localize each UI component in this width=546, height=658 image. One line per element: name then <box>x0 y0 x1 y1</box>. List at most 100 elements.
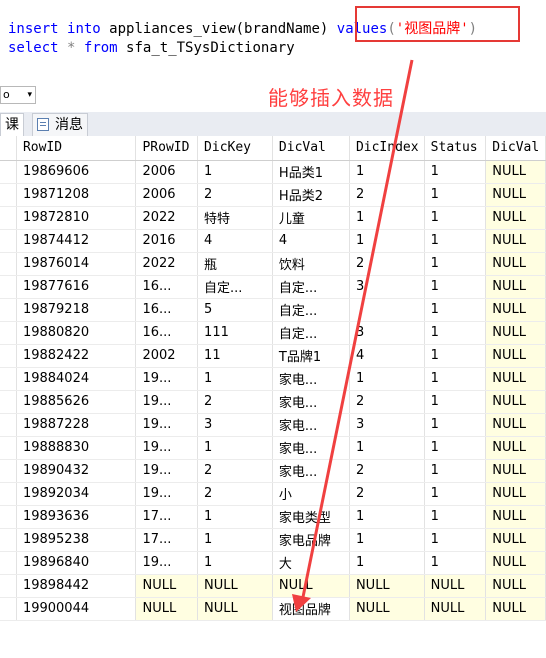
table-row[interactable]: 19869606 2006 1 H品类1 1 1 NULL <box>0 160 546 184</box>
zoom-dropdown[interactable]: o ▾ <box>0 86 36 104</box>
cell-dicval[interactable]: T品牌1 <box>272 344 350 368</box>
cell-rowid[interactable]: 19876014 <box>16 252 137 276</box>
cell-rowid[interactable]: 19888830 <box>16 436 137 460</box>
cell-dicval[interactable]: NULL <box>485 229 546 253</box>
cell-dicval[interactable]: H品类2 <box>272 183 350 207</box>
cell-prowid[interactable]: 17... <box>135 505 199 529</box>
cell-dicindex[interactable]: 1 <box>349 160 425 184</box>
table-row[interactable]: 19879218 16... 5 自定... 1 NULL <box>0 298 546 322</box>
tab-results[interactable]: 课 <box>0 113 24 136</box>
row-selector[interactable] <box>0 551 17 575</box>
cell-dicval[interactable]: NULL <box>485 183 546 207</box>
cell-dickey[interactable]: 2 <box>197 183 273 207</box>
cell-status[interactable]: 1 <box>424 298 487 322</box>
cell-rowid[interactable]: 19884024 <box>16 367 137 391</box>
cell-dicval[interactable]: 饮料 <box>272 252 350 276</box>
table-row[interactable]: 19896840 19... 1 大 1 1 NULL <box>0 551 546 575</box>
cell-rowid[interactable]: 19890432 <box>16 459 137 483</box>
cell-dicval[interactable]: 家电... <box>272 390 350 414</box>
cell-dicval[interactable]: NULL <box>485 528 546 552</box>
cell-prowid[interactable]: NULL <box>135 574 199 598</box>
cell-rowid[interactable]: 19892034 <box>16 482 137 506</box>
row-selector[interactable] <box>0 459 17 483</box>
cell-dicval[interactable]: NULL <box>485 413 546 437</box>
cell-dicval[interactable]: H品类1 <box>272 160 350 184</box>
row-selector[interactable] <box>0 344 17 368</box>
row-selector[interactable] <box>0 229 17 253</box>
cell-dicval[interactable]: NULL <box>485 206 546 230</box>
table-row[interactable]: 19887228 19... 3 家电... 3 1 NULL <box>0 413 546 437</box>
row-selector[interactable] <box>0 275 17 299</box>
cell-dicindex[interactable]: 1 <box>349 367 425 391</box>
cell-dicval[interactable]: 自定... <box>272 275 350 299</box>
cell-prowid[interactable]: 19... <box>135 390 199 414</box>
row-selector[interactable] <box>0 252 17 276</box>
cell-dicval[interactable]: NULL <box>485 298 546 322</box>
row-selector[interactable] <box>0 597 17 621</box>
row-selector[interactable] <box>0 505 17 529</box>
table-row[interactable]: 19895238 17... 1 家电品牌 1 1 NULL <box>0 528 546 552</box>
cell-rowid[interactable]: 19893636 <box>16 505 137 529</box>
cell-dicval[interactable]: 家电类型 <box>272 505 350 529</box>
cell-dicval[interactable]: NULL <box>485 252 546 276</box>
cell-dicindex[interactable]: 1 <box>349 436 425 460</box>
table-row[interactable]: 19893636 17... 1 家电类型 1 1 NULL <box>0 505 546 529</box>
cell-dickey[interactable]: 11 <box>197 344 273 368</box>
cell-dicval[interactable]: 自定... <box>272 298 350 322</box>
cell-status[interactable]: 1 <box>424 344 487 368</box>
cell-dickey[interactable]: 自定... <box>197 275 273 299</box>
cell-dickey[interactable]: 1 <box>197 551 273 575</box>
cell-rowid[interactable]: 19895238 <box>16 528 137 552</box>
table-row[interactable]: 19900044 NULL NULL 视图品牌 NULL NULL NULL <box>0 597 546 621</box>
cell-rowid[interactable]: 19900044 <box>16 597 137 621</box>
cell-dicindex[interactable]: 1 <box>349 528 425 552</box>
table-row[interactable]: 19871208 2006 2 H品类2 2 1 NULL <box>0 183 546 207</box>
cell-prowid[interactable]: 16... <box>135 298 199 322</box>
row-selector-header[interactable] <box>0 136 17 161</box>
cell-status[interactable]: 1 <box>424 275 487 299</box>
cell-dicindex[interactable]: 3 <box>349 321 425 345</box>
cell-prowid[interactable]: 19... <box>135 551 199 575</box>
row-selector[interactable] <box>0 298 17 322</box>
cell-dicval[interactable]: 自定... <box>272 321 350 345</box>
cell-dicindex[interactable]: NULL <box>349 574 425 598</box>
cell-status[interactable]: 1 <box>424 252 487 276</box>
column-header-dicindex[interactable]: DicIndex <box>349 136 425 161</box>
cell-dickey[interactable]: 瓶 <box>197 252 273 276</box>
cell-dicval[interactable]: 家电... <box>272 459 350 483</box>
cell-status[interactable]: 1 <box>424 436 487 460</box>
cell-status[interactable]: 1 <box>424 206 487 230</box>
table-row[interactable]: 19874412 2016 4 4 1 1 NULL <box>0 229 546 253</box>
row-selector[interactable] <box>0 160 17 184</box>
cell-dicval[interactable]: NULL <box>485 275 546 299</box>
cell-dicval[interactable]: NULL <box>485 436 546 460</box>
cell-dicindex[interactable]: 2 <box>349 183 425 207</box>
cell-dickey[interactable]: NULL <box>197 597 273 621</box>
cell-status[interactable]: 1 <box>424 551 487 575</box>
cell-dickey[interactable]: 1 <box>197 528 273 552</box>
cell-dicval[interactable]: NULL <box>485 344 546 368</box>
table-row[interactable]: 19877616 16... 自定... 自定... 3 1 NULL <box>0 275 546 299</box>
cell-rowid[interactable]: 19898442 <box>16 574 137 598</box>
column-header-rowid[interactable]: RowID <box>16 136 137 161</box>
cell-dickey[interactable]: 3 <box>197 413 273 437</box>
cell-dicindex[interactable]: 2 <box>349 459 425 483</box>
cell-dicval[interactable]: NULL <box>485 482 546 506</box>
cell-status[interactable]: 1 <box>424 160 487 184</box>
cell-prowid[interactable]: 16... <box>135 321 199 345</box>
cell-dicval[interactable]: NULL <box>485 574 546 598</box>
row-selector[interactable] <box>0 436 17 460</box>
row-selector[interactable] <box>0 183 17 207</box>
cell-prowid[interactable]: 2006 <box>135 183 199 207</box>
cell-prowid[interactable]: 19... <box>135 367 199 391</box>
cell-dickey[interactable]: NULL <box>197 574 273 598</box>
cell-prowid[interactable]: 2002 <box>135 344 199 368</box>
cell-status[interactable]: 1 <box>424 459 487 483</box>
cell-status[interactable]: 1 <box>424 321 487 345</box>
column-header-prowid[interactable]: PRowID <box>135 136 199 161</box>
cell-status[interactable]: 1 <box>424 229 487 253</box>
row-selector[interactable] <box>0 367 17 391</box>
cell-status[interactable]: NULL <box>424 574 487 598</box>
cell-status[interactable]: 1 <box>424 505 487 529</box>
cell-dicval[interactable]: NULL <box>485 505 546 529</box>
